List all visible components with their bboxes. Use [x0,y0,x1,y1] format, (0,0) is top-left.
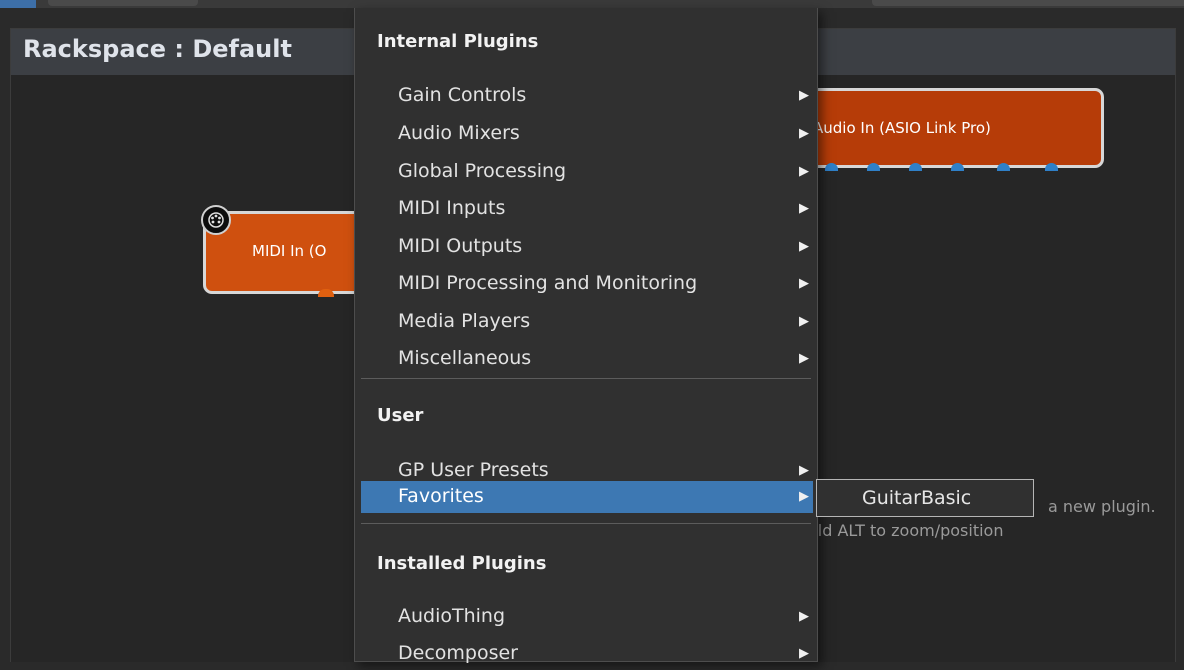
audio-output-pin[interactable] [997,163,1010,171]
audio-output-pin[interactable] [867,163,880,171]
canvas-hint-line2: old ALT to zoom/position [808,521,1004,540]
midi-output-pin[interactable] [318,289,334,297]
audio-output-pin[interactable] [909,163,922,171]
menu-item-label: Media Players [398,310,531,332]
audio-in-plugin-label: Audio In (ASIO Link Pro) [813,119,991,137]
menu-item-label: Audio Mixers [398,122,520,144]
add-plugin-context-menu: Internal Plugins Gain Controls ▶ Audio M… [354,8,818,664]
menu-item-gain-controls[interactable]: Gain Controls ▶ [361,80,813,112]
submenu-arrow-icon: ▶ [799,164,809,179]
submenu-arrow-icon: ▶ [799,126,809,141]
menu-item-label: Global Processing [398,160,567,182]
submenu-item-label: GuitarBasic [862,487,972,509]
menu-item-media-players[interactable]: Media Players ▶ [361,306,813,338]
submenu-arrow-icon: ▶ [799,239,809,254]
submenu-arrow-icon: ▶ [799,609,809,624]
submenu-arrow-icon: ▶ [799,489,809,504]
rackspace-title: Rackspace : Default [23,35,292,63]
menu-item-label: MIDI Processing and Monitoring [398,272,698,294]
menu-section-user: User [377,405,424,426]
menu-item-favorites[interactable]: Favorites ▶ [361,481,813,513]
menu-item-label: MIDI Inputs [398,197,506,219]
top-tab-strip [0,0,1184,8]
submenu-arrow-icon: ▶ [799,351,809,366]
audio-output-pin[interactable] [825,163,838,171]
menu-item-decomposer[interactable]: Decomposer ▶ [361,638,813,670]
menu-section-internal-plugins: Internal Plugins [377,31,539,52]
midi-in-plugin-label: MIDI In (O [252,242,327,260]
menu-item-label: GP User Presets [398,459,549,481]
audio-output-pin[interactable] [1045,163,1058,171]
submenu-arrow-icon: ▶ [799,88,809,103]
menu-item-midi-outputs[interactable]: MIDI Outputs ▶ [361,231,813,263]
canvas-hint-line1: a new plugin. [1048,497,1156,516]
menu-section-installed-plugins: Installed Plugins [377,553,547,574]
menu-item-global-processing[interactable]: Global Processing ▶ [361,156,813,188]
menu-item-label: Miscellaneous [398,347,532,369]
submenu-item-guitarbasic[interactable]: GuitarBasic [817,480,1033,516]
submenu-arrow-icon: ▶ [799,314,809,329]
top-tab[interactable] [48,0,198,6]
audio-output-pin[interactable] [951,163,964,171]
menu-separator [361,378,811,379]
top-tab-right[interactable] [872,0,1184,6]
submenu-arrow-icon: ▶ [799,463,809,478]
menu-item-label: Favorites [398,485,484,507]
menu-item-midi-processing[interactable]: MIDI Processing and Monitoring ▶ [361,268,813,300]
menu-item-label: Gain Controls [398,84,527,106]
submenu-arrow-icon: ▶ [799,276,809,291]
audio-in-plugin-block[interactable]: Audio In (ASIO Link Pro) [786,88,1104,171]
menu-item-label: MIDI Outputs [398,235,523,257]
menu-item-label: AudioThing [398,605,506,627]
top-tab-active[interactable] [0,0,36,8]
menu-item-audio-mixers[interactable]: Audio Mixers ▶ [361,118,813,150]
menu-separator [361,523,811,524]
menu-item-miscellaneous[interactable]: Miscellaneous ▶ [361,343,813,375]
submenu-arrow-icon: ▶ [799,646,809,661]
favorites-submenu: GuitarBasic [816,479,1034,517]
menu-item-audiothing[interactable]: AudioThing ▶ [361,601,813,633]
menu-item-midi-inputs[interactable]: MIDI Inputs ▶ [361,193,813,225]
submenu-arrow-icon: ▶ [799,201,809,216]
midi-port-icon [201,205,231,235]
